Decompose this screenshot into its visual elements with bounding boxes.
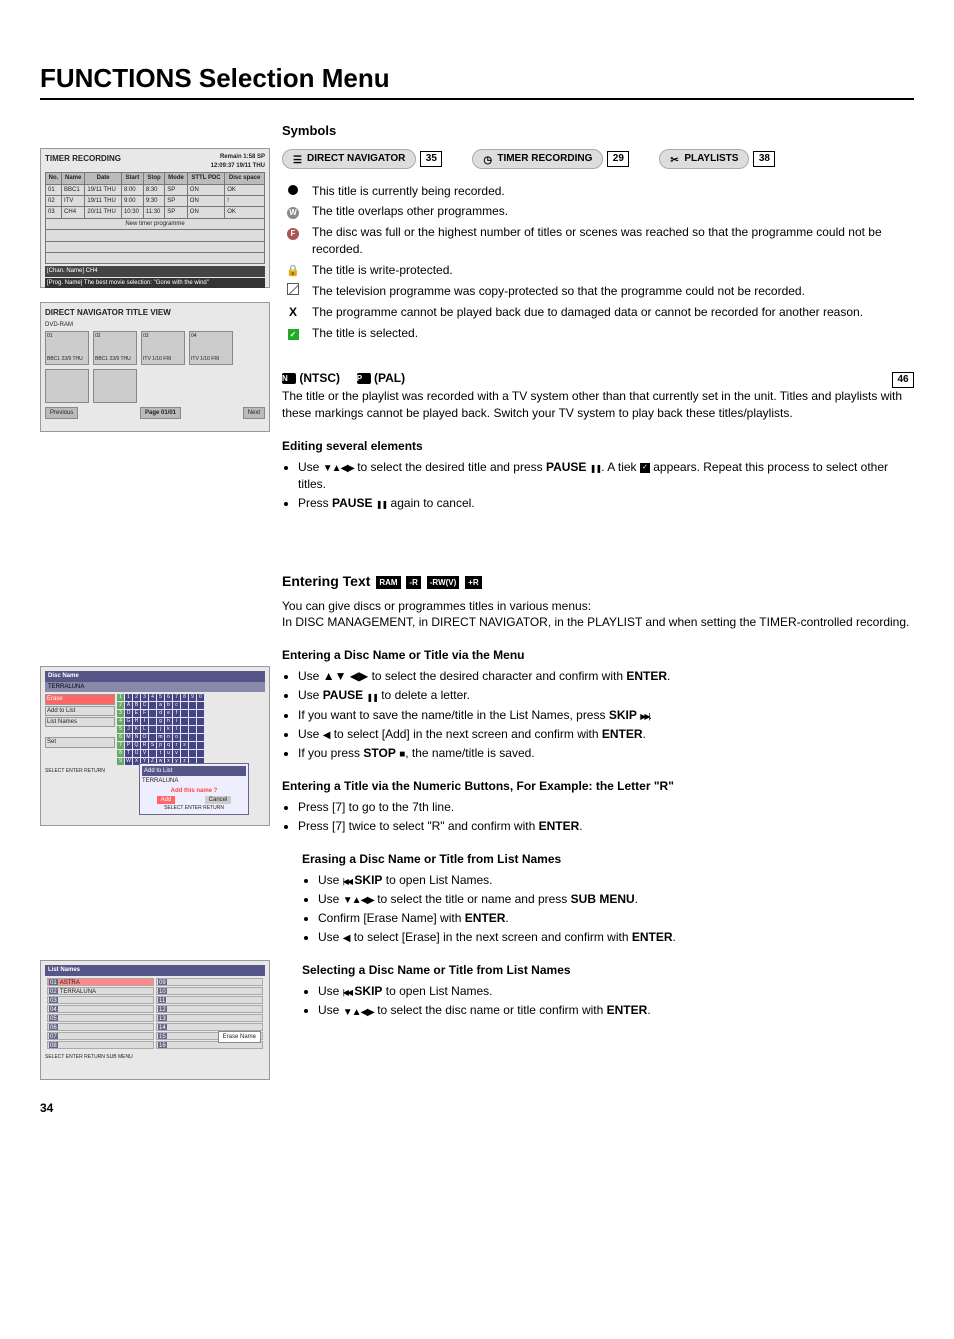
left-column: TIMER RECORDING Remain 1:58 SP 12:09:37 … (40, 118, 270, 1094)
entering-intro: You can give discs or programmes titles … (282, 598, 914, 632)
screenshot-timer-recording: TIMER RECORDING Remain 1:58 SP 12:09:37 … (40, 148, 270, 288)
add-to-list-popup: Add to List TERRALUNA Add this name ? Ad… (139, 763, 249, 816)
skip-back-icon (343, 983, 351, 1000)
page-ref-29: 29 (607, 151, 629, 167)
entering-text-heading: Entering Text RAM -R -RW(V) +R (282, 572, 914, 592)
page-ref-35: 35 (420, 151, 442, 167)
pal-icon: P (357, 373, 371, 384)
badge-plusr: +R (465, 576, 481, 589)
page-ref-38: 38 (753, 151, 775, 167)
pill-direct-navigator: ☰ DIRECT NAVIGATOR (282, 149, 416, 169)
x-icon: X (284, 304, 302, 321)
badge-r: -R (406, 576, 420, 589)
ntsc-icon: N (282, 373, 296, 384)
pill-timer-recording: ◷ TIMER RECORDING (472, 149, 603, 169)
arrow-keys-icon: ▲▼ ◀▶ (323, 668, 369, 685)
skip-back-icon (343, 872, 351, 889)
ntsc-label: (NTSC) (299, 371, 340, 385)
arrow-keys-icon (323, 459, 354, 476)
timer-datetime: 12:09:37 19/11 THU (211, 163, 265, 169)
arrow-keys-icon (343, 891, 374, 908)
scissors-icon: ✂ (670, 154, 680, 164)
via-numeric-list: Press [7] to go to the 7th line. Press [… (282, 799, 914, 835)
right-column: Symbols ☰ DIRECT NAVIGATOR 35 ◷ TIMER RE… (270, 118, 914, 1094)
pause-icon (590, 459, 601, 476)
via-numeric-heading: Entering a Title via the Numeric Buttons… (282, 778, 914, 795)
clock-icon: ◷ (483, 154, 493, 164)
pal-label: (PAL) (374, 371, 405, 385)
selecting-list: Use SKIP to open List Names. Use to sele… (302, 983, 914, 1020)
pause-icon (366, 688, 377, 705)
tick-icon (640, 463, 650, 473)
erase-name-popup: Erase Name (218, 1031, 261, 1043)
lock-icon (284, 262, 302, 279)
erasing-heading: Erasing a Disc Name or Title from List N… (302, 851, 914, 868)
section-nav: ☰ DIRECT NAVIGATOR 35 ◷ TIMER RECORDING … (282, 149, 914, 169)
overlap-icon: W (284, 203, 302, 220)
timer-chan: [Chan. Name] CH4 (45, 266, 265, 276)
arrow-keys-icon (343, 1003, 374, 1020)
list-icon: ☰ (293, 154, 303, 164)
via-menu-list: Use ▲▼ ◀▶ to select the desired characte… (282, 668, 914, 762)
editing-heading: Editing several elements (282, 438, 914, 455)
selected-icon: ✓ (284, 325, 302, 342)
timer-remain: Remain 1:58 SP (220, 154, 265, 160)
page-title: FUNCTIONS Selection Menu (40, 60, 914, 100)
selecting-heading: Selecting a Disc Name or Title from List… (302, 962, 914, 979)
timer-title: TIMER RECORDING (45, 153, 121, 170)
erasing-list: Use SKIP to open List Names. Use to sele… (302, 872, 914, 947)
page-ref-46: 46 (892, 372, 914, 388)
timer-table: No. Name Date Start Stop Mode STTL PDC D… (45, 172, 265, 264)
skip-forward-icon (640, 707, 648, 724)
symbols-list: This title is currently being recorded. … (284, 183, 914, 342)
page-number: 34 (40, 1100, 53, 1117)
via-menu-heading: Entering a Disc Name or Title via the Me… (282, 647, 914, 664)
symbols-heading: Symbols (282, 122, 914, 140)
badge-ram: RAM (376, 576, 400, 589)
pause-icon (376, 495, 387, 512)
screenshot-disc-name: Disc Name TERRALUNA Erase Add to List Li… (40, 666, 270, 826)
screenshot-title-view: DIRECT NAVIGATOR TITLE VIEW DVD-RAM 01BB… (40, 302, 270, 432)
editing-list: Use to select the desired title and pres… (282, 459, 914, 512)
copy-protected-icon (284, 283, 302, 300)
badge-rwv: -RW(V) (427, 576, 460, 589)
ntsc-pal-body: The title or the playlist was recorded w… (282, 388, 914, 422)
recording-icon (284, 183, 302, 200)
screenshot-list-names: List Names 0101 ASTRAASTRA 02TERRALUNA 0… (40, 960, 270, 1080)
timer-prog: [Prog. Name] The best movie selection: "… (45, 278, 265, 288)
character-grid: 11234567890 2ABCabc 3DEFdef 4GHIghi 5JKL… (117, 694, 265, 766)
pill-playlists: ✂ PLAYLISTS (659, 149, 749, 169)
disc-full-icon: F (284, 224, 302, 241)
